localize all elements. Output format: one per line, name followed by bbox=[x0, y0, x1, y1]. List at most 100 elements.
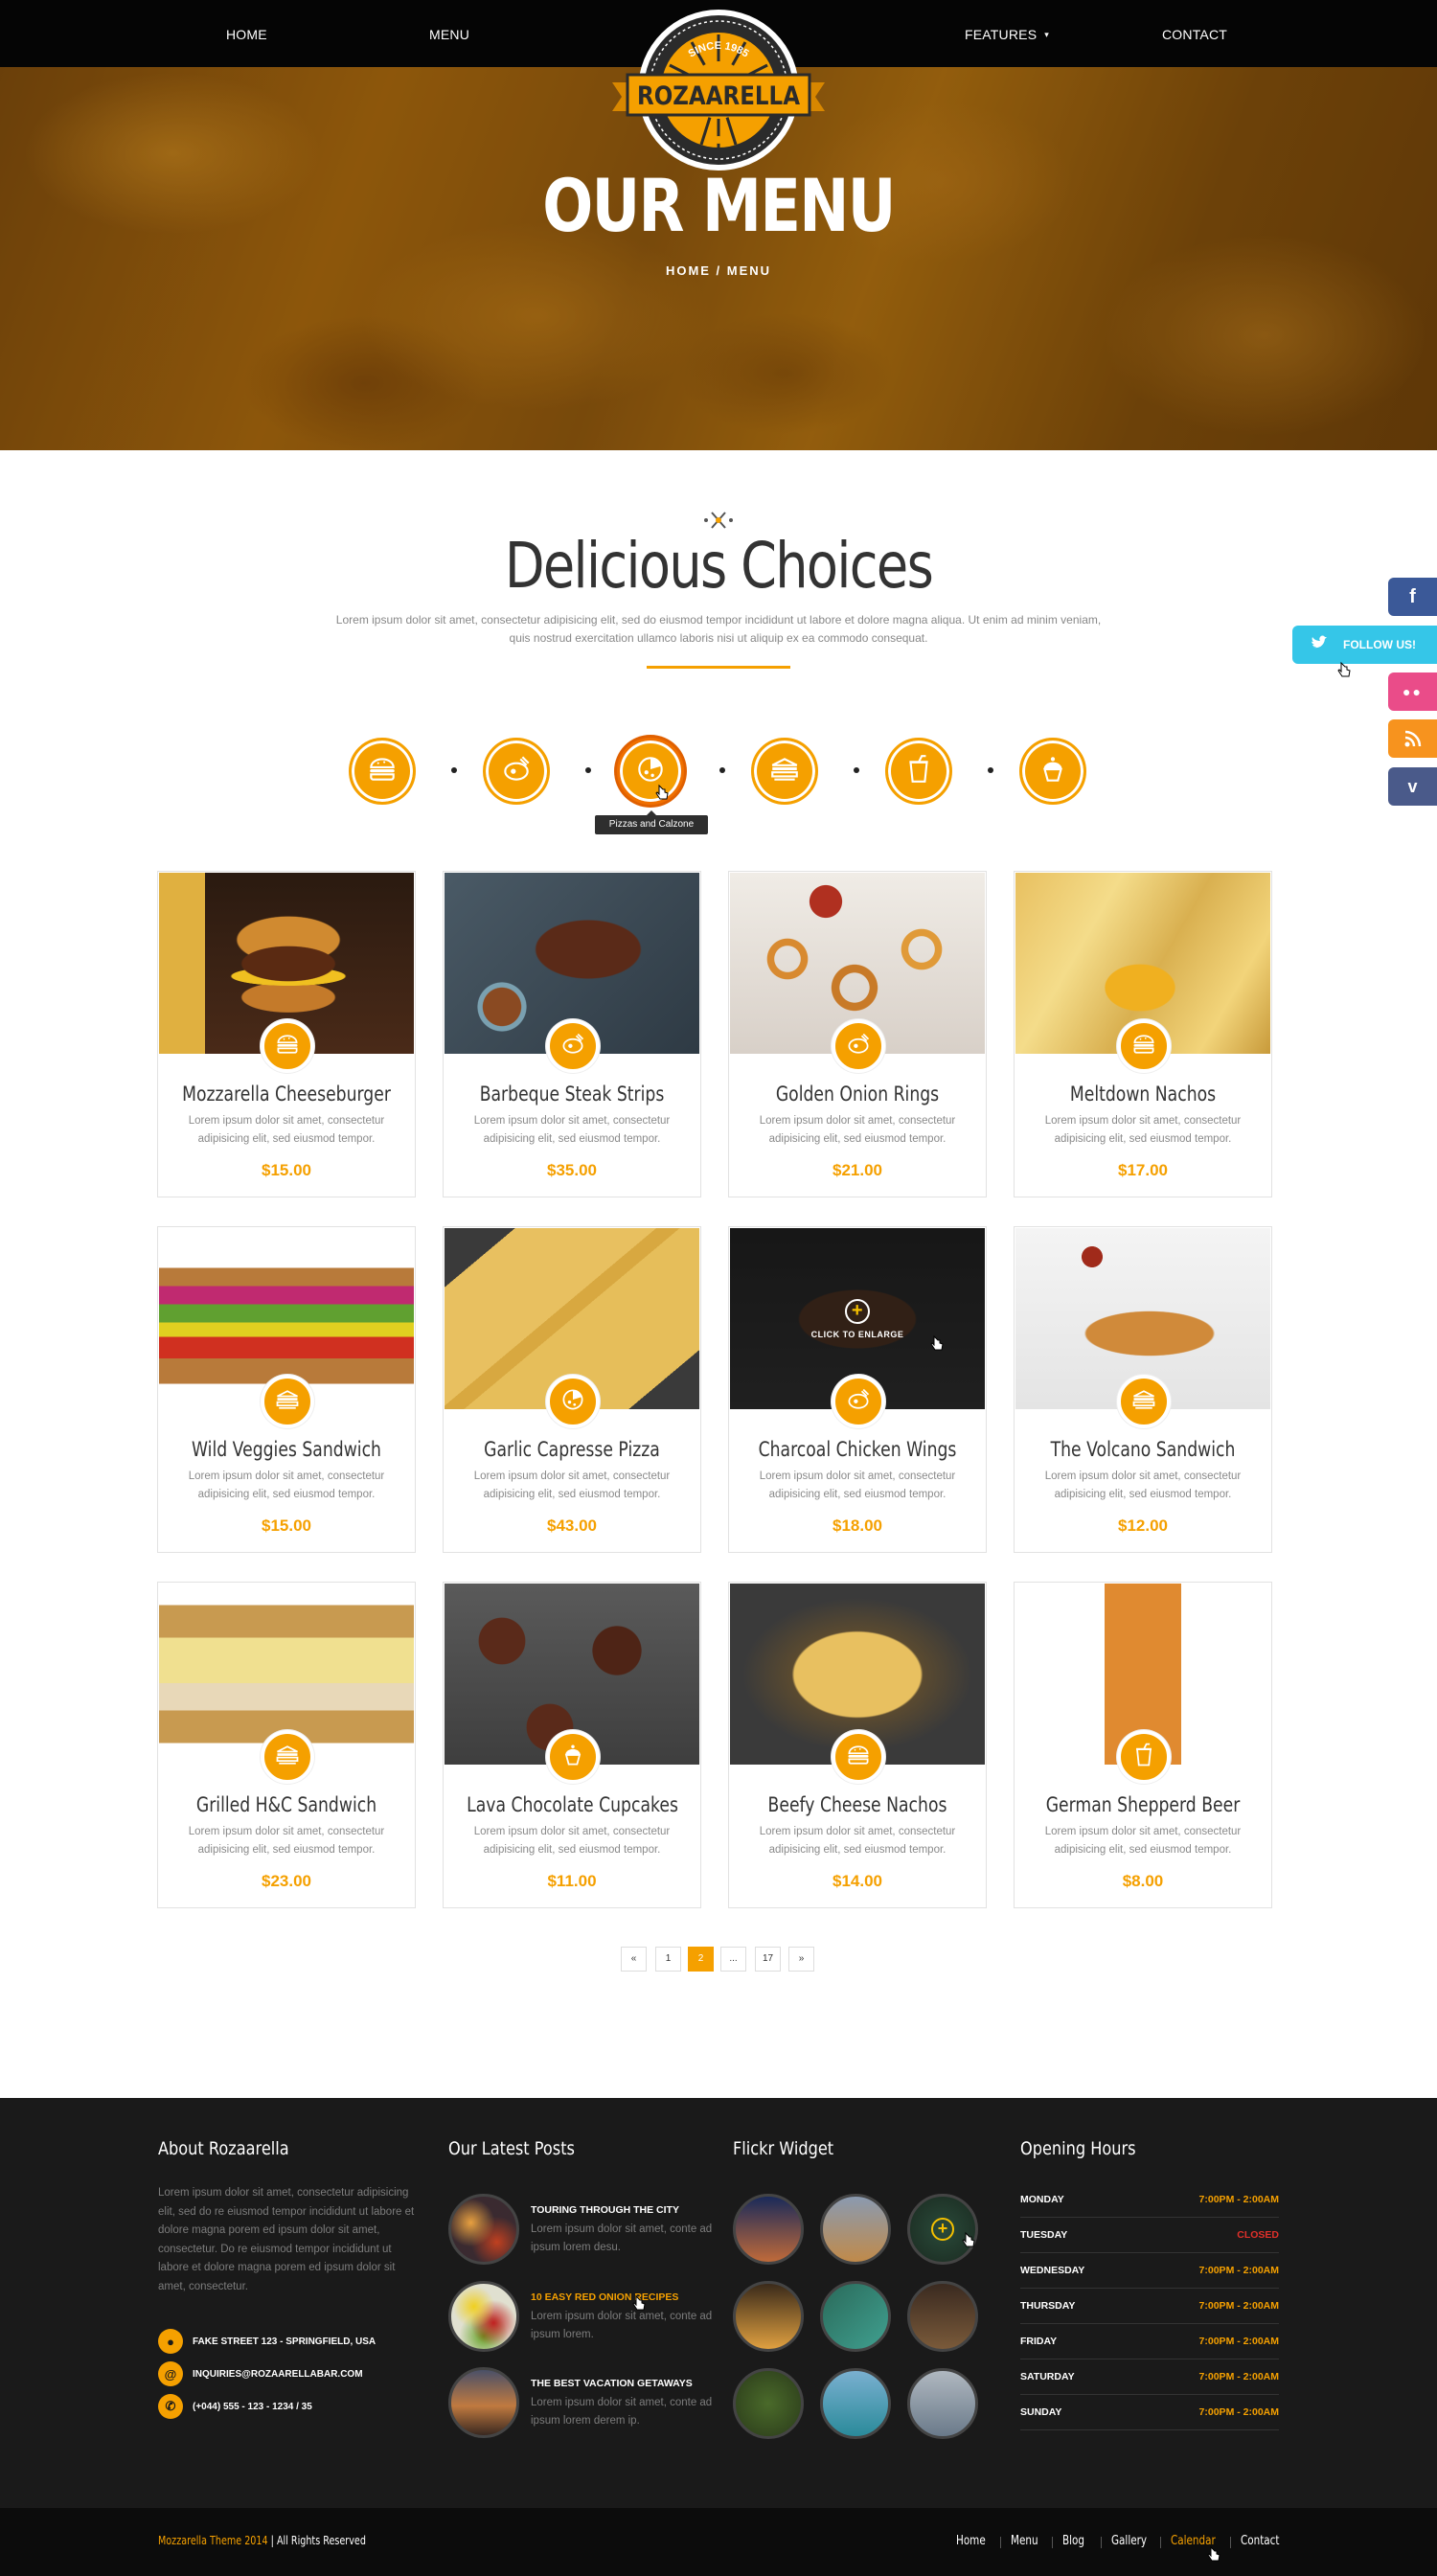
category-cupcake-button[interactable] bbox=[1019, 738, 1086, 805]
flickr-thumbnail[interactable] bbox=[820, 2368, 891, 2439]
hand-cursor-icon bbox=[655, 784, 669, 800]
flickr-thumbnail[interactable] bbox=[820, 2281, 891, 2352]
breadcrumb[interactable]: HOME / MENU bbox=[0, 263, 1437, 278]
footer-link-blog[interactable]: Blog bbox=[1062, 2534, 1084, 2548]
menu-item-name[interactable]: German Shepperd Beer bbox=[1038, 1793, 1248, 1816]
menu-item-badge bbox=[261, 1019, 314, 1073]
menu-item-name[interactable]: Beefy Cheese Nachos bbox=[752, 1793, 963, 1816]
flickr-thumbnail[interactable] bbox=[820, 2194, 891, 2265]
pagination-prev[interactable]: « bbox=[621, 1947, 647, 1972]
flickr-icon[interactable]: ●● bbox=[1388, 672, 1437, 711]
contact-address: ● FAKE STREET 123 - SPRINGFIELD, USA bbox=[158, 2329, 376, 2354]
hours-row: WEDNESDAY 7:00PM - 2:00AM bbox=[1020, 2253, 1279, 2289]
menu-item-name[interactable]: The Volcano Sandwich bbox=[1038, 1438, 1248, 1461]
menu-item-card[interactable]: Beefy Cheese Nachos Lorem ipsum dolor sit… bbox=[728, 1582, 987, 1908]
menu-item-name[interactable]: Mozzarella Cheeseburger bbox=[181, 1083, 392, 1106]
menu-item-card[interactable]: The Volcano Sandwich Lorem ipsum dolor si… bbox=[1014, 1226, 1272, 1553]
nav-menu[interactable]: MENU bbox=[429, 0, 469, 67]
post-title[interactable]: THE BEST VACATION GETAWAYS bbox=[531, 2378, 693, 2389]
facebook-icon[interactable]: f bbox=[1388, 578, 1437, 616]
flickr-thumbnail[interactable] bbox=[733, 2368, 804, 2439]
footer-hours-heading: Opening Hours bbox=[1020, 2138, 1136, 2159]
menu-item-card[interactable]: + CLICK TO ENLARGE Charcoal Chicken Wings L… bbox=[728, 1226, 987, 1553]
post-thumbnail[interactable] bbox=[448, 2367, 519, 2438]
follow-label: FOLLOW US! bbox=[1343, 638, 1416, 651]
post-title[interactable]: TOURING THROUGH THE CITY bbox=[531, 2204, 679, 2216]
pagination-page-17[interactable]: 17 bbox=[755, 1947, 781, 1972]
footer-flickr-heading: Flickr Widget bbox=[733, 2138, 834, 2159]
menu-item-card[interactable]: Grilled H&C Sandwich Lorem ipsum dolor si… bbox=[157, 1582, 416, 1908]
twitter-follow-button[interactable]: FOLLOW US! bbox=[1292, 626, 1437, 664]
menu-item-price: $43.00 bbox=[547, 1516, 597, 1535]
menu-item-card[interactable]: Mozzarella Cheeseburger Lorem ipsum dolor… bbox=[157, 871, 416, 1197]
menu-item-price: $17.00 bbox=[1118, 1161, 1168, 1179]
burger-icon bbox=[366, 753, 399, 790]
latest-post-item[interactable]: THE BEST VACATION GETAWAYS Lorem ipsum d… bbox=[448, 2367, 717, 2439]
chevron-down-icon: ▾ bbox=[1044, 30, 1049, 39]
pagination-page-1[interactable]: 1 bbox=[655, 1947, 681, 1972]
menu-item-card[interactable]: Wild Veggies Sandwich Lorem ipsum dolor s… bbox=[157, 1226, 416, 1553]
footer-posts-heading: Our Latest Posts bbox=[448, 2138, 575, 2159]
phone-icon: ✆ bbox=[158, 2394, 183, 2419]
contact-email[interactable]: @ INQUIRIES@ROZAARELLABAR.COM bbox=[158, 2361, 363, 2386]
menu-item-badge bbox=[546, 1019, 600, 1073]
footer-link-menu[interactable]: Menu bbox=[1011, 2534, 1038, 2548]
menu-item-card[interactable]: Barbeque Steak Strips Lorem ipsum dolor s… bbox=[443, 871, 701, 1197]
category-drink-button[interactable] bbox=[885, 738, 952, 805]
footer-link-home[interactable]: Home bbox=[956, 2534, 986, 2548]
menu-item-name[interactable]: Barbeque Steak Strips bbox=[467, 1083, 677, 1106]
menu-item-name[interactable]: Garlic Capresse Pizza bbox=[467, 1438, 677, 1461]
pagination-next[interactable]: » bbox=[788, 1947, 814, 1972]
latest-post-item[interactable]: TOURING THROUGH THE CITY Lorem ipsum dol… bbox=[448, 2194, 717, 2266]
menu-item-card[interactable]: Lava Chocolate Cupcakes Lorem ipsum dolor… bbox=[443, 1582, 701, 1908]
menu-item-card[interactable]: Meltdown Nachos Lorem ipsum dolor sit ame… bbox=[1014, 871, 1272, 1197]
hours-day: SUNDAY bbox=[1020, 2406, 1062, 2418]
burger-icon bbox=[274, 1031, 301, 1062]
flickr-thumbnail[interactable] bbox=[733, 2194, 804, 2265]
copyright: Mozzarella Theme 2014 | All Rights Reser… bbox=[158, 2534, 366, 2547]
section-title: Delicious Choices bbox=[504, 529, 934, 603]
category-steak-button[interactable] bbox=[483, 738, 550, 805]
latest-post-item[interactable]: 10 EASY RED ONION RECIPES Lorem ipsum do… bbox=[448, 2281, 717, 2353]
post-title[interactable]: 10 EASY RED ONION RECIPES bbox=[531, 2291, 678, 2303]
category-burger-button[interactable] bbox=[349, 738, 416, 805]
menu-item-card[interactable]: German Shepperd Beer Lorem ipsum dolor si… bbox=[1014, 1582, 1272, 1908]
menu-item-name[interactable]: Golden Onion Rings bbox=[752, 1083, 963, 1106]
menu-item-description: Lorem ipsum dolor sit amet, consectetur … bbox=[1044, 1826, 1242, 1856]
menu-item-price: $21.00 bbox=[833, 1161, 882, 1179]
post-thumbnail[interactable] bbox=[448, 2281, 519, 2352]
menu-item-card[interactable]: Golden Onion Rings Lorem ipsum dolor sit … bbox=[728, 871, 987, 1197]
menu-item-name[interactable]: Charcoal Chicken Wings bbox=[752, 1438, 963, 1461]
vimeo-icon[interactable]: v bbox=[1388, 767, 1437, 806]
menu-item-description: Lorem ipsum dolor sit amet, consectetur … bbox=[473, 1470, 671, 1500]
menu-item-name[interactable]: Wild Veggies Sandwich bbox=[181, 1438, 392, 1461]
category-pizza-button[interactable] bbox=[617, 738, 684, 805]
nav-home[interactable]: HOME bbox=[226, 0, 267, 67]
drink-icon bbox=[1130, 1742, 1157, 1773]
menu-item-name[interactable]: Grilled H&C Sandwich bbox=[181, 1793, 392, 1816]
flickr-thumbnail[interactable] bbox=[907, 2281, 978, 2352]
contact-email-text[interactable]: INQUIRIES@ROZAARELLABAR.COM bbox=[193, 2369, 363, 2380]
post-thumbnail[interactable] bbox=[448, 2194, 519, 2265]
menu-item-card[interactable]: Garlic Capresse Pizza Lorem ipsum dolor s… bbox=[443, 1226, 701, 1553]
nav-contact[interactable]: CONTACT bbox=[1162, 0, 1227, 67]
steak-icon bbox=[845, 1031, 872, 1062]
hours-row: MONDAY 7:00PM - 2:00AM bbox=[1020, 2182, 1279, 2218]
hours-row: SUNDAY 7:00PM - 2:00AM bbox=[1020, 2395, 1279, 2430]
category-tooltip: Pizzas and Calzone bbox=[595, 810, 708, 834]
plus-icon: + bbox=[845, 1298, 870, 1324]
rss-icon[interactable] bbox=[1388, 719, 1437, 758]
footer-link-gallery[interactable]: Gallery bbox=[1111, 2534, 1147, 2548]
site-logo[interactable]: SINCE 1985 ROZAARELLA bbox=[610, 6, 827, 178]
menu-item-name[interactable]: Meltdown Nachos bbox=[1038, 1083, 1248, 1106]
flickr-thumbnail[interactable] bbox=[907, 2368, 978, 2439]
nav-features[interactable]: FEATURES ▾ bbox=[965, 0, 1049, 67]
flickr-thumbnail[interactable] bbox=[733, 2281, 804, 2352]
sandwich-icon bbox=[274, 1742, 301, 1773]
pagination-page-2[interactable]: 2 bbox=[688, 1947, 714, 1972]
menu-item-name[interactable]: Lava Chocolate Cupcakes bbox=[467, 1793, 678, 1816]
footer-link-contact[interactable]: Contact bbox=[1241, 2534, 1279, 2548]
category-sandwich-button[interactable] bbox=[751, 738, 818, 805]
flickr-thumbnail[interactable]: + bbox=[907, 2194, 978, 2265]
copyright-brand[interactable]: Mozzarella Theme 2014 bbox=[158, 2534, 268, 2547]
